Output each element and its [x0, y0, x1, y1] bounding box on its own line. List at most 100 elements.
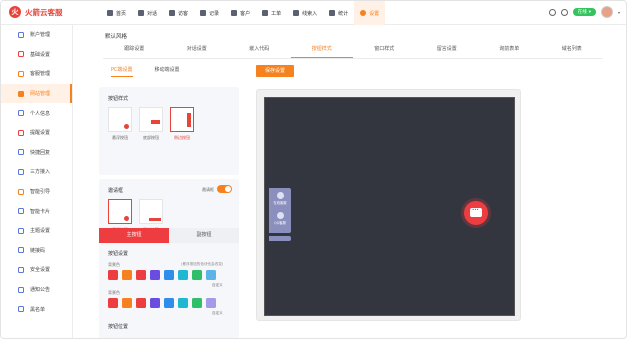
color-swatch[interactable]	[136, 298, 146, 308]
sidebar-item-third-party[interactable]: 三方接入	[1, 162, 72, 182]
tab-message[interactable]: 留言设置	[416, 43, 479, 58]
tab-pre-form[interactable]: 询前表单	[478, 43, 541, 58]
panel-title: 邀请框	[108, 188, 124, 194]
sidebar-item-label: 提醒设置	[30, 130, 51, 137]
float-chat-button[interactable]	[464, 201, 488, 225]
sidebar-item-notice[interactable]: 通知公告	[1, 280, 72, 300]
tab-tracking[interactable]: 跟踪设置	[103, 43, 166, 58]
tab-embed-code[interactable]: 嵌入代码	[228, 43, 291, 58]
sidebar-item-reminder[interactable]: 提醒设置	[1, 123, 72, 143]
tab-main-button[interactable]: 主按钮	[99, 228, 169, 243]
save-button[interactable]: 保存设置	[256, 65, 294, 77]
color-swatch[interactable]	[122, 270, 132, 280]
color-swatch[interactable]	[108, 298, 118, 308]
custom-color-swatch[interactable]	[206, 270, 216, 280]
nav-record[interactable]: 记录	[194, 1, 225, 25]
sidebar-item-agents[interactable]: 客服管理	[1, 64, 72, 84]
color-swatch[interactable]	[150, 270, 160, 280]
button-tabs: 主按钮 副按钮	[99, 228, 239, 243]
nav-label: 工单	[271, 10, 282, 17]
tab-domains[interactable]: 域名列表	[541, 43, 604, 58]
nav-stats[interactable]: 统计	[323, 1, 354, 25]
logo-text: 火箭云客服	[25, 7, 63, 17]
sidebar-item-smart-card[interactable]: 智能卡片	[1, 201, 72, 221]
color-swatch[interactable]	[164, 270, 174, 280]
tab-dialog[interactable]: 对话设置	[166, 43, 229, 58]
color-swatch[interactable]	[178, 298, 188, 308]
lead-icon	[293, 10, 300, 16]
invite-toggle[interactable]	[217, 185, 232, 193]
color-swatch[interactable]	[164, 298, 174, 308]
side-service-widget[interactable]: 在线客服 QQ客服	[269, 188, 291, 233]
sidebar-item-security[interactable]: 安全设置	[1, 260, 72, 280]
button-style-panel: 按钮样式 悬浮按钮 底部按钮 侧边按钮	[99, 87, 239, 175]
nav-customer[interactable]: 客户	[225, 1, 256, 25]
custom-color-swatch[interactable]	[206, 298, 216, 308]
widget-label: QQ客服	[274, 221, 286, 225]
gear-icon	[360, 10, 367, 16]
color-swatch[interactable]	[108, 270, 118, 280]
status-label: 在线	[577, 10, 587, 15]
style-preview	[139, 107, 163, 132]
nav-ticket[interactable]: 工单	[256, 1, 287, 25]
style-preview	[170, 107, 194, 132]
nav-settings[interactable]: 设置	[354, 1, 386, 25]
color-swatch[interactable]	[150, 298, 160, 308]
sidebar-item-blacklist[interactable]: 黑名单	[1, 299, 72, 319]
panel-title: 按钮设置	[108, 251, 129, 257]
device-subtabs: PC端设置 移动端设置	[111, 66, 180, 77]
sidebar-item-basic[interactable]: 基础设置	[1, 45, 72, 65]
sidebar-item-link-code[interactable]: 链接码	[1, 241, 72, 261]
tab-button-style[interactable]: 按钮样式	[290, 43, 353, 58]
style-label: 悬浮按钮	[112, 135, 128, 140]
nav-label: 客户	[240, 10, 251, 17]
sidebar-item-theme[interactable]: 主题设置	[1, 221, 72, 241]
subtab-pc[interactable]: PC端设置	[111, 66, 133, 77]
sidebar-item-label: 智能引导	[30, 189, 51, 196]
widget-item-qq[interactable]: QQ客服	[269, 212, 291, 225]
sidebar-item-quick-reply[interactable]: 快捷回复	[1, 143, 72, 163]
nav-visitor[interactable]: 访客	[163, 1, 194, 25]
style-preview	[139, 199, 163, 224]
color-swatches-row2	[108, 298, 216, 308]
color-swatch[interactable]	[178, 270, 188, 280]
tab-window-style[interactable]: 窗口样式	[353, 43, 416, 58]
style-option-float[interactable]: 悬浮按钮	[108, 107, 132, 141]
sidebar-item-smart-guide[interactable]: 智能引导	[1, 182, 72, 202]
sidebar-item-profile[interactable]: 个人信息	[1, 103, 72, 123]
top-nav: 首页 对话 访客 记录 客户 工单 线索入 统计 设置	[101, 1, 386, 25]
widget-label: 在线客服	[273, 201, 287, 205]
side-widget-bottom[interactable]	[269, 236, 291, 241]
color-swatch[interactable]	[192, 270, 202, 280]
sidebar-item-label: 客服管理	[30, 71, 51, 78]
headset-icon[interactable]	[548, 8, 556, 16]
avatar-chevron-down-icon[interactable]: ▾	[618, 10, 620, 15]
nav-lead[interactable]: 线索入	[287, 1, 323, 25]
nav-chat[interactable]: 对话	[132, 1, 163, 25]
nav-home[interactable]: 首页	[101, 1, 132, 25]
style-option-side[interactable]: 侧边按钮	[170, 107, 194, 141]
avatar[interactable]	[600, 6, 613, 18]
style-option-bottom[interactable]: 底部按钮	[139, 107, 163, 141]
color-swatch[interactable]	[122, 298, 132, 308]
color-swatch[interactable]	[136, 270, 146, 280]
style-preview	[108, 199, 132, 224]
tab-secondary-button[interactable]: 副按钮	[169, 228, 239, 243]
home-icon	[107, 10, 113, 16]
visitor-icon	[169, 10, 176, 16]
nav-label: 统计	[338, 10, 349, 17]
color-swatch[interactable]	[192, 298, 202, 308]
nav-label: 设置	[369, 10, 380, 17]
sidebar-item-label: 个人信息	[30, 110, 51, 117]
bell-icon[interactable]	[560, 8, 568, 16]
nav-label: 记录	[209, 10, 220, 17]
profile-icon	[18, 110, 24, 117]
shield-icon	[18, 266, 24, 273]
widget-item-online[interactable]: 在线客服	[269, 192, 291, 205]
user-icon	[18, 31, 24, 38]
status-toggle[interactable]: 在线 ▾	[572, 8, 596, 16]
logo[interactable]: 火 火箭云客服	[9, 6, 63, 18]
sidebar-item-website[interactable]: 网站管理	[1, 83, 72, 104]
sidebar-item-account[interactable]: 账户管理	[1, 25, 72, 45]
subtab-mobile[interactable]: 移动端设置	[155, 66, 180, 77]
